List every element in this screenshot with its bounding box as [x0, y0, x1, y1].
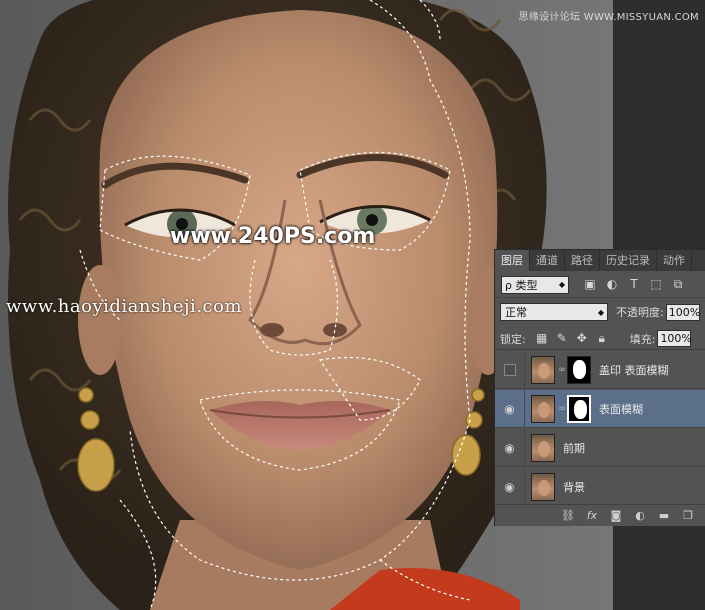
layer-mask-thumbnail[interactable] — [567, 394, 591, 423]
layer-thumbnail — [531, 394, 555, 423]
lock-transparent-icon[interactable]: ▦ — [532, 331, 552, 346]
watermark-center: www.240PS.com — [170, 224, 376, 249]
watermark-url: www.haoyidiansheji.com — [6, 296, 243, 317]
eye-icon: ◉ — [504, 479, 515, 494]
eye-hidden-icon — [503, 363, 516, 376]
visibility-toggle[interactable]: ◉ — [495, 389, 525, 428]
layer-name: 盖印 表面模糊 — [599, 363, 669, 377]
layer-thumbnail — [531, 472, 555, 501]
layer-name: 背景 — [563, 480, 585, 494]
lock-paint-icon[interactable]: ✎ — [552, 331, 572, 346]
fill-input[interactable]: 100% — [657, 330, 692, 347]
tab-actions[interactable]: 动作 — [657, 250, 692, 271]
fx-icon[interactable]: fx — [580, 509, 604, 522]
new-layer-icon[interactable]: ❐ — [676, 509, 700, 522]
eye-icon: ◉ — [504, 401, 515, 416]
visibility-toggle[interactable]: ◉ — [495, 467, 525, 506]
tab-paths[interactable]: 路径 — [565, 250, 600, 271]
tab-history[interactable]: 历史记录 — [600, 250, 657, 271]
layer-row[interactable]: ◉ 前期 — [495, 428, 705, 467]
image-filter-icon[interactable]: ▣ — [579, 277, 601, 292]
panel-tab-bar: 图层 通道 路径 历史记录 动作 — [495, 250, 705, 271]
blend-mode-value: 正常 — [505, 306, 527, 319]
smart-object-filter-icon[interactable]: ⧉ — [667, 277, 689, 292]
layer-mask-thumbnail[interactable] — [567, 355, 591, 384]
layer-row-selected[interactable]: ◉ ∞ 表面模糊 — [495, 389, 705, 428]
filter-kind-label: ρ 类型 — [505, 278, 538, 292]
blend-mode-select[interactable]: 正常 ◆ — [500, 303, 608, 321]
link-chain-icon[interactable]: ∞ — [557, 365, 567, 375]
layers-panel: 图层 通道 路径 历史记录 动作 ρ 类型 ◆ ▣ ◐ T ⬚ ⧉ 正常 ◆ 不… — [494, 249, 705, 526]
lock-label: 锁定: — [500, 332, 526, 346]
layer-row[interactable]: ∞ 盖印 表面模糊 — [495, 350, 705, 389]
layer-thumbnail — [531, 433, 555, 462]
adjustment-layer-icon[interactable]: ◐ — [628, 509, 652, 522]
layer-filter-row: ρ 类型 ◆ ▣ ◐ T ⬚ ⧉ — [495, 272, 705, 298]
add-mask-icon[interactable]: ◙ — [604, 509, 628, 522]
watermark-top-right: 思缘设计论坛 WWW.MISSYUAN.COM — [518, 12, 699, 23]
chevron-updown-icon: ◆ — [597, 307, 604, 317]
lock-all-icon[interactable]: 🔒︎ — [592, 331, 612, 346]
blend-row: 正常 ◆ 不透明度: 100% — [495, 300, 705, 324]
shape-filter-icon[interactable]: ⬚ — [645, 277, 667, 292]
tab-channels[interactable]: 通道 — [530, 250, 565, 271]
link-layers-icon[interactable]: ⛓ — [556, 509, 580, 522]
layers-panel-footer: ⛓ fx ◙ ◐ ▬ ❐ — [495, 504, 705, 526]
type-filter-icon[interactable]: T — [623, 277, 645, 292]
layer-name: 表面模糊 — [599, 402, 643, 416]
layer-thumbnail — [531, 355, 555, 384]
link-chain-icon[interactable]: ∞ — [557, 404, 567, 414]
filter-kind-select[interactable]: ρ 类型 ◆ — [501, 275, 569, 294]
tab-layers[interactable]: 图层 — [495, 250, 530, 271]
lock-row: 锁定: ▦ ✎ ✥ 🔒︎ 填充: 100% — [495, 328, 705, 350]
lock-position-icon[interactable]: ✥ — [572, 331, 592, 346]
adjustment-filter-icon[interactable]: ◐ — [601, 277, 623, 292]
fill-label: 填充: — [629, 332, 656, 346]
eye-icon: ◉ — [504, 440, 515, 455]
layer-name: 前期 — [563, 441, 585, 455]
new-group-icon[interactable]: ▬ — [652, 509, 676, 522]
layer-row[interactable]: ◉ 背景 — [495, 467, 705, 506]
chevron-updown-icon: ◆ — [558, 280, 565, 289]
opacity-label: 不透明度: — [616, 306, 664, 319]
visibility-toggle[interactable] — [495, 350, 525, 389]
visibility-toggle[interactable]: ◉ — [495, 428, 525, 467]
opacity-input[interactable]: 100% — [665, 303, 700, 321]
